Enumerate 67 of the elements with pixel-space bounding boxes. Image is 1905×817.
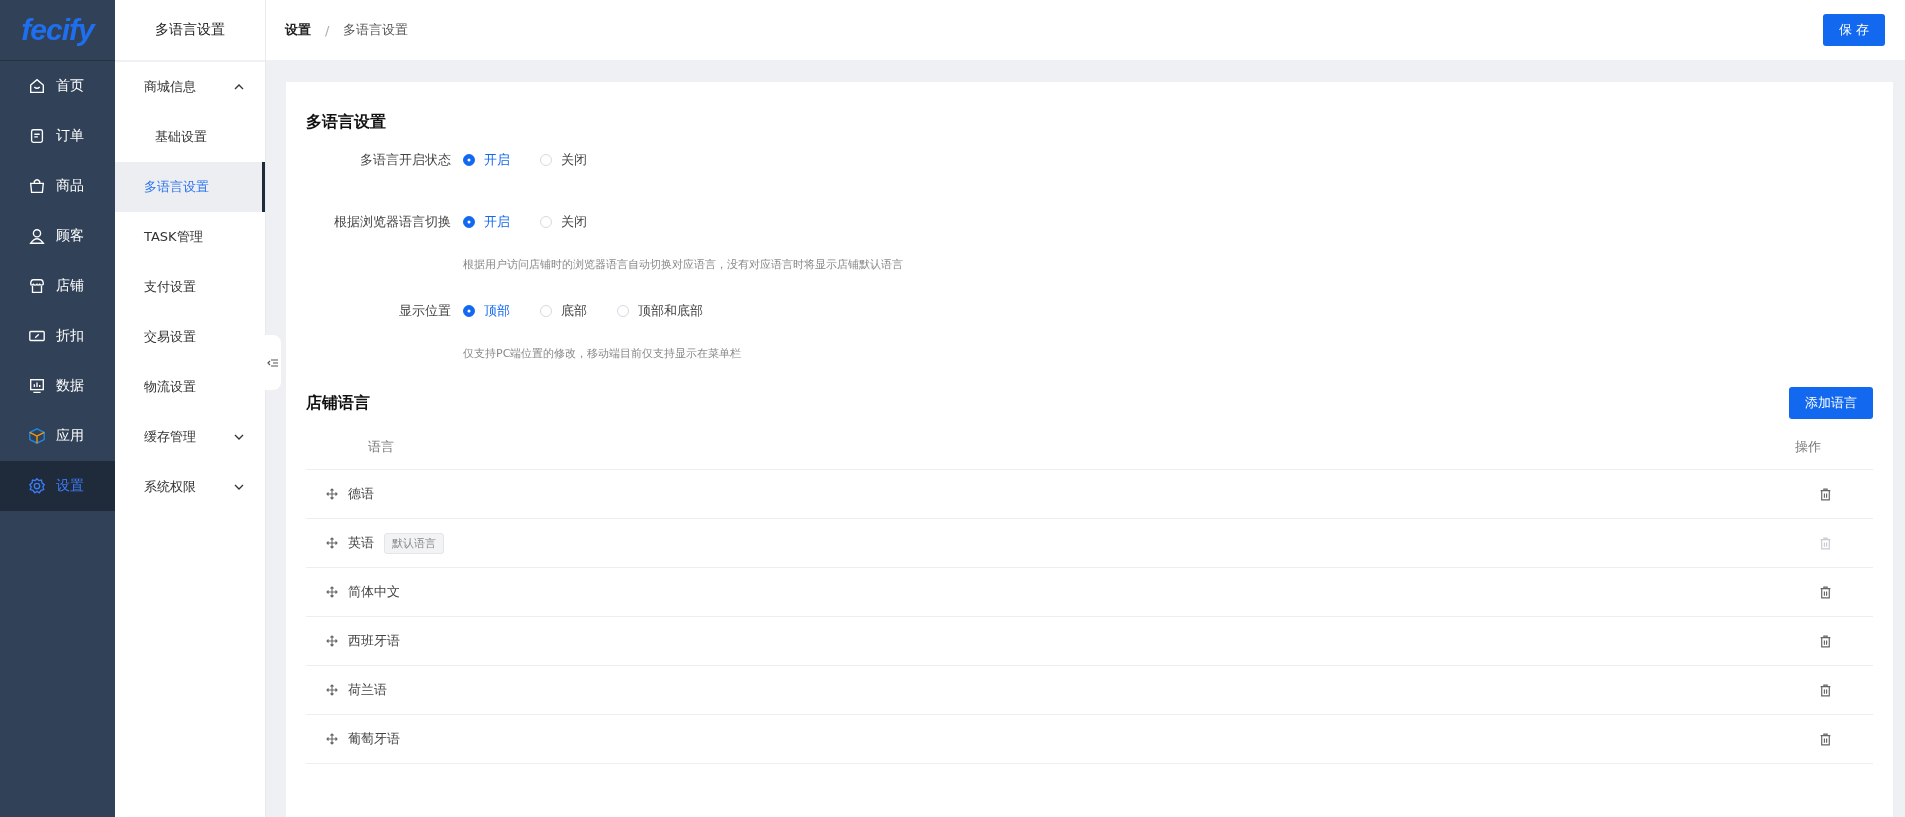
breadcrumb-separator: / (325, 22, 330, 38)
drag-handle-icon[interactable] (326, 488, 338, 500)
document-icon (28, 127, 46, 145)
field-label: 显示位置 (398, 302, 452, 320)
language-name: 西班牙语 (348, 632, 400, 650)
radio-option[interactable]: 开启 (463, 151, 510, 169)
settings-icon (28, 477, 46, 495)
nav-item[interactable]: 应用 (0, 411, 115, 461)
field-hint: 根据用户访问店铺时的浏览器语言自动切换对应语言，没有对应语言时将显示店铺默认语言 (463, 257, 904, 272)
language-name: 荷兰语 (348, 681, 387, 699)
breadcrumb-current: 多语言设置 (343, 21, 409, 39)
drag-handle-icon[interactable] (326, 586, 338, 598)
submenu-item[interactable]: 物流设置 (115, 362, 265, 412)
trash-icon[interactable] (1819, 487, 1832, 501)
section-title: 店铺语言 (306, 392, 370, 414)
radio-option[interactable]: 关闭 (540, 213, 587, 231)
trash-icon[interactable] (1819, 683, 1832, 697)
submenu-group[interactable]: 系统权限 (115, 462, 265, 512)
language-name: 葡萄牙语 (348, 730, 400, 748)
breadcrumb-link[interactable]: 设置 (285, 21, 311, 39)
field-label: 多语言开启状态 (359, 151, 452, 169)
column-header: 操作 (1795, 438, 1822, 456)
nav-item[interactable]: 首页 (0, 61, 115, 111)
radio-option[interactable]: 底部 (540, 302, 587, 320)
nav-item[interactable]: 订单 (0, 111, 115, 161)
submenu-item[interactable]: TASK管理 (115, 212, 265, 262)
submenu-item[interactable]: 基础设置 (115, 112, 265, 162)
nav-item[interactable]: 数据 (0, 361, 115, 411)
house-icon (28, 77, 46, 95)
drag-handle-icon[interactable] (326, 635, 338, 647)
section-title: 多语言设置 (306, 112, 387, 133)
submenu-group[interactable]: 商城信息 (115, 62, 265, 112)
trash-icon[interactable] (1819, 732, 1832, 746)
drag-handle-icon[interactable] (326, 684, 338, 696)
add-language-button[interactable]: 添加语言 (1789, 387, 1873, 419)
save-button[interactable]: 保 存 (1822, 14, 1885, 46)
field-label: 根据浏览器语言切换 (333, 213, 452, 231)
collapse-toggle[interactable] (265, 335, 281, 390)
monitor-chart-icon (28, 377, 46, 395)
submenu-item[interactable]: 多语言设置 (115, 162, 265, 212)
nav-item[interactable]: 顾客 (0, 211, 115, 261)
radio-option[interactable]: 关闭 (540, 151, 587, 169)
nav-item[interactable]: 设置 (0, 461, 115, 511)
radio-option[interactable]: 顶部和底部 (617, 302, 703, 320)
nav-item[interactable]: 折扣 (0, 311, 115, 361)
collapse-icon (267, 356, 279, 369)
trash-icon[interactable] (1819, 585, 1832, 599)
drag-handle-icon[interactable] (326, 733, 338, 745)
drag-handle-icon[interactable] (326, 537, 338, 549)
nav-item[interactable]: 店铺 (0, 261, 115, 311)
nav-item[interactable]: 商品 (0, 161, 115, 211)
radio-option[interactable]: 顶部 (463, 302, 510, 320)
radio-option[interactable]: 开启 (463, 213, 510, 231)
language-name: 英语 (348, 534, 374, 552)
submenu-item[interactable]: 交易设置 (115, 312, 265, 362)
field-hint: 仅支持PC端位置的修改，移动端目前仅支持显示在菜单栏 (463, 346, 743, 361)
box-icon (28, 427, 46, 445)
bag-icon (28, 177, 46, 195)
trash-icon[interactable] (1819, 634, 1832, 648)
person-icon (28, 227, 46, 245)
submenu-group[interactable]: 缓存管理 (115, 412, 265, 462)
language-name: 德语 (348, 485, 374, 503)
language-name: 简体中文 (348, 583, 400, 601)
column-header: 语言 (367, 438, 394, 456)
default-tag: 默认语言 (384, 532, 444, 554)
submenu-item[interactable]: 支付设置 (115, 262, 265, 312)
store-icon (28, 277, 46, 295)
